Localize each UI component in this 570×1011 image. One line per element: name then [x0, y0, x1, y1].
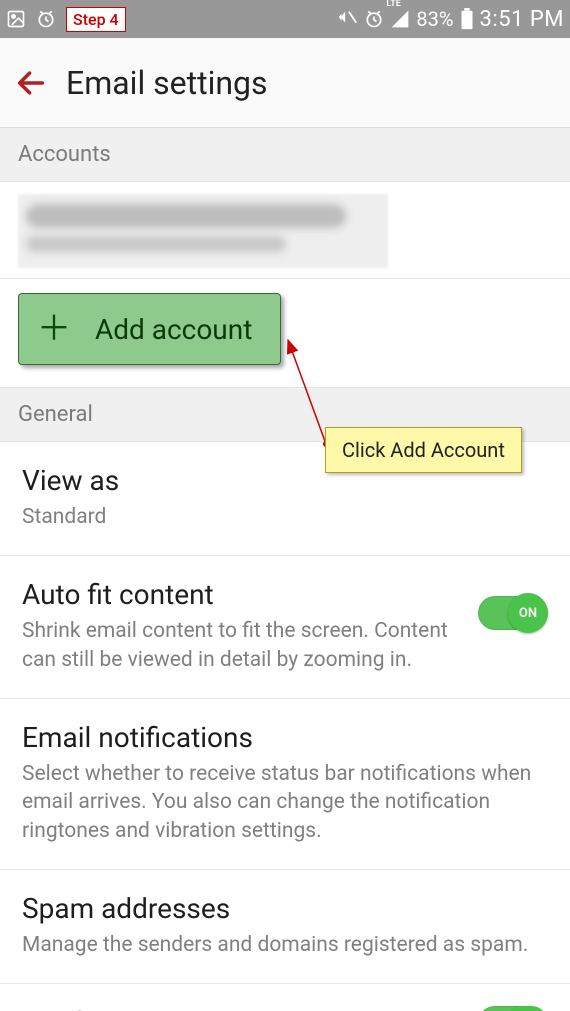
add-account-label: Add account [95, 313, 252, 346]
setting-title: Auto fit content [22, 578, 468, 611]
setting-subtitle: Manage the senders and domains registere… [22, 931, 548, 959]
setting-spam-addresses[interactable]: Spam addresses Manage the senders and do… [0, 870, 570, 984]
setting-subtitle: Shrink email content to fit the screen. … [22, 617, 468, 674]
setting-confirm-deletions[interactable]: Confirm deletions ON [0, 984, 570, 1011]
vibrate-icon [336, 8, 358, 30]
setting-title: Confirm deletions [22, 1006, 468, 1011]
status-bar: Step 4 LTE 83% 3:51 PM [0, 0, 570, 38]
step-badge: Step 4 [66, 7, 126, 32]
setting-subtitle: Select whether to receive status bar not… [22, 760, 548, 845]
alarm-status-icon [364, 9, 384, 29]
image-icon [6, 9, 26, 29]
signal-icon: LTE [390, 9, 410, 29]
setting-title: Email notifications [22, 721, 548, 754]
battery-percent: 83% [416, 7, 453, 31]
setting-title: Spam addresses [22, 892, 548, 925]
account-redacted [18, 194, 388, 268]
setting-auto-fit[interactable]: Auto fit content Shrink email content to… [0, 556, 570, 699]
add-account-button[interactable]: ＋ Add account [18, 293, 281, 365]
account-row[interactable] [0, 182, 570, 279]
toggle-knob: ON [508, 1006, 548, 1011]
battery-icon [460, 8, 474, 30]
alarm-icon [36, 9, 56, 29]
back-icon[interactable] [14, 66, 48, 100]
annotation-callout: Click Add Account [325, 427, 522, 473]
clock: 3:51 PM [480, 7, 564, 32]
plus-icon: ＋ [37, 312, 71, 346]
setting-email-notifications[interactable]: Email notifications Select whether to re… [0, 699, 570, 870]
toggle-auto-fit[interactable]: ON [478, 596, 548, 630]
page-title: Email settings [66, 64, 268, 102]
section-header-accounts: Accounts [0, 128, 570, 182]
title-bar: Email settings [0, 38, 570, 128]
toggle-confirm-deletions[interactable]: ON [478, 1006, 548, 1011]
setting-subtitle: Standard [22, 503, 548, 531]
toggle-knob: ON [508, 593, 548, 633]
